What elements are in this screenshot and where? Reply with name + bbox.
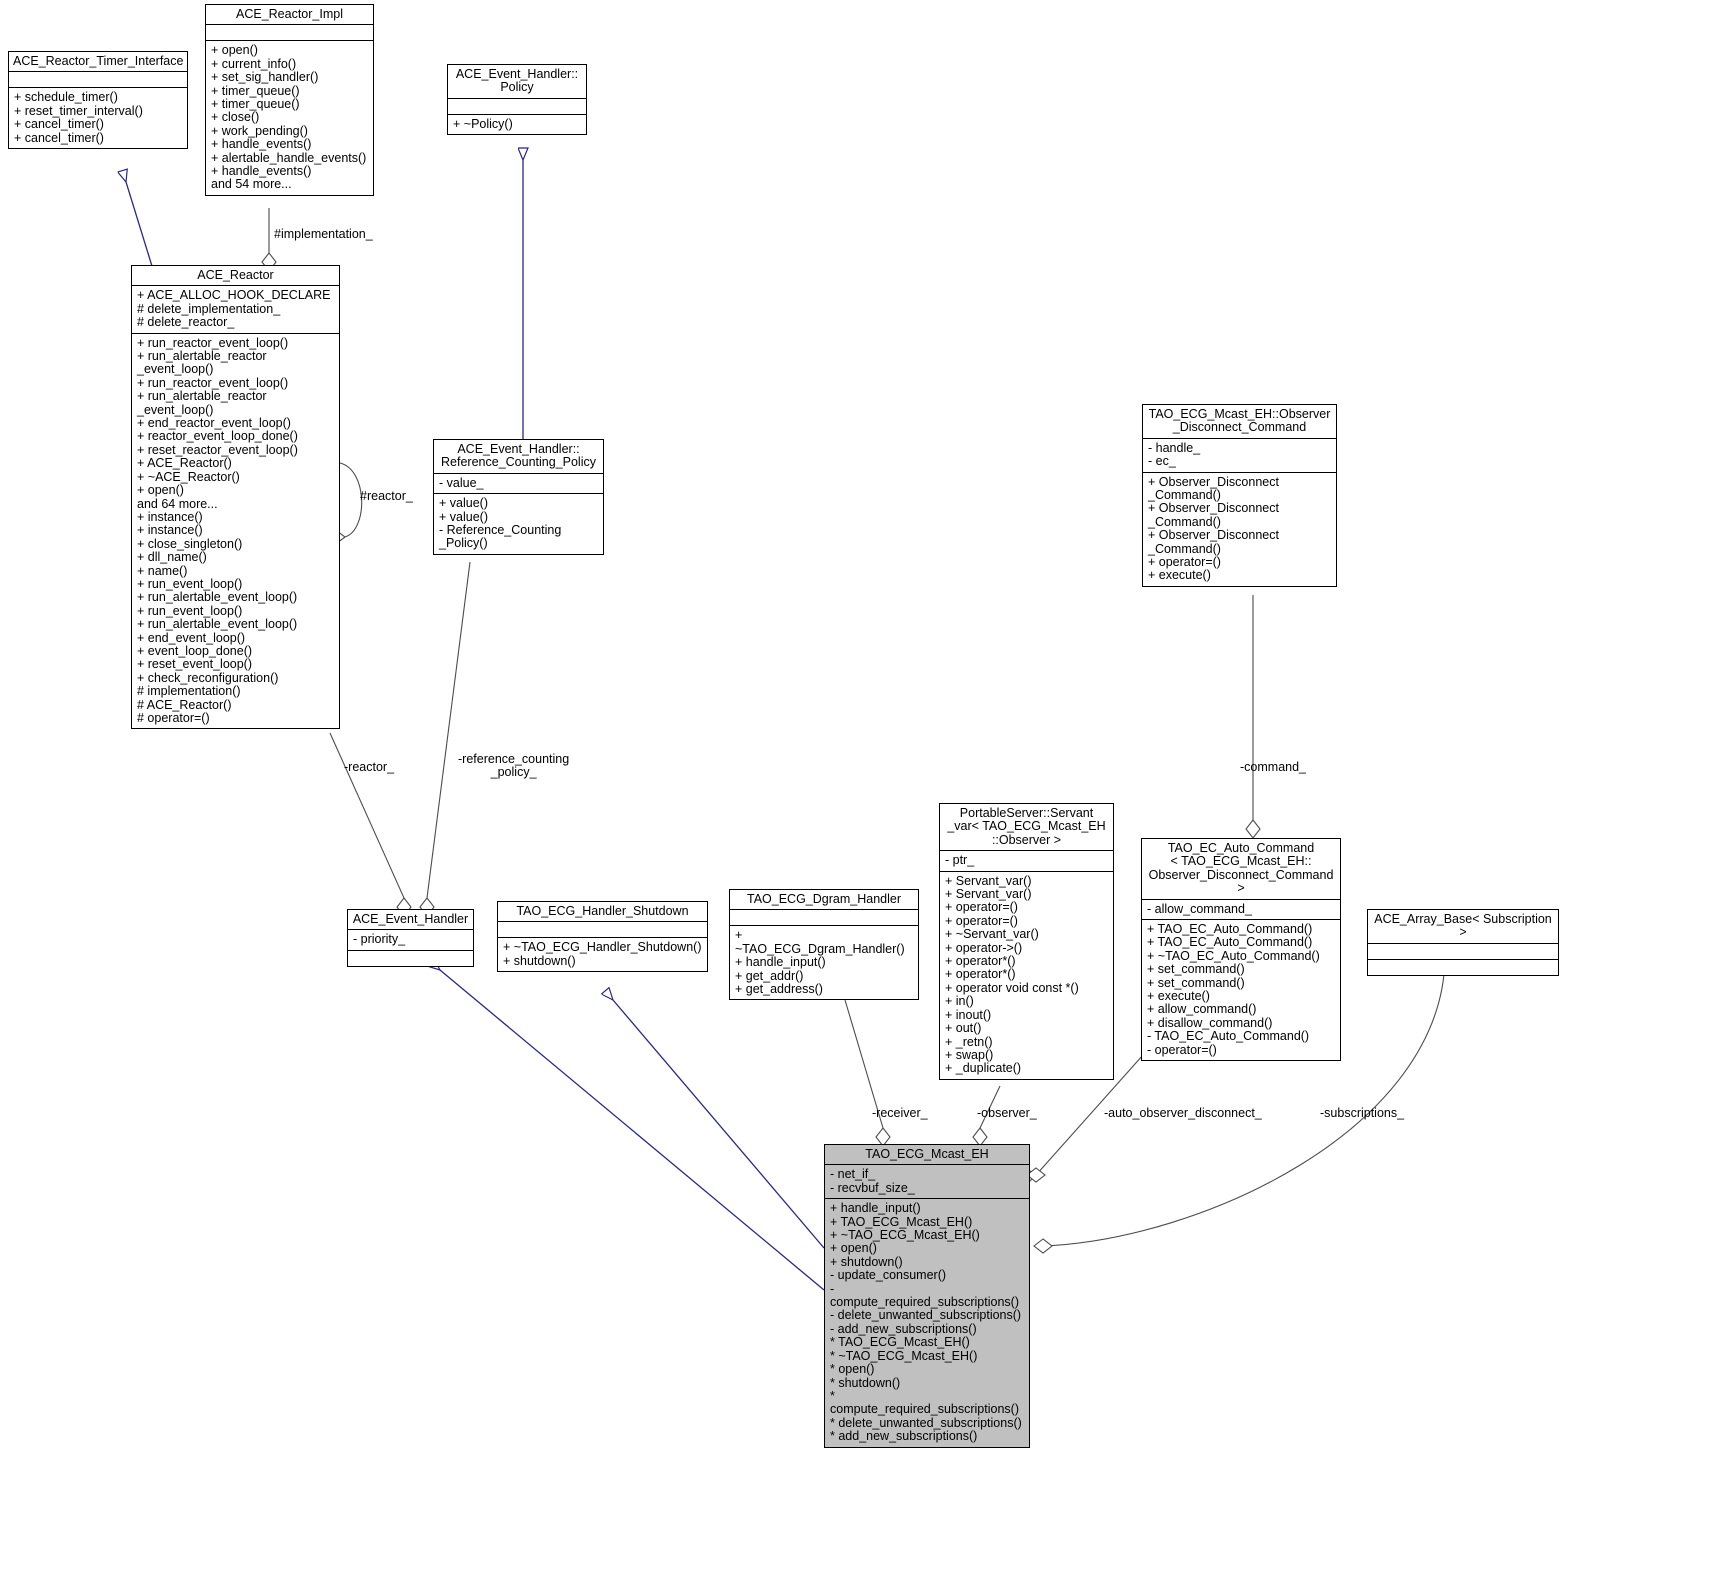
class-methods: + Observer_Disconnect _Command() + Obser…: [1148, 474, 1279, 583]
class-attributes: [448, 99, 586, 114]
edge-mcast-inherits-handler-shutdown: [613, 1000, 825, 1249]
edge-refcounting-to-event-handler: [419, 561, 471, 917]
class-diagram-canvas: ACE_Reactor_Timer_Interface + schedule_t…: [0, 0, 1733, 1581]
class-attributes: [498, 922, 707, 937]
class-attributes: - handle_ - ec_: [1148, 440, 1201, 469]
class-title: ACE_Event_Handler:: Reference_Counting_P…: [441, 442, 596, 470]
edge-label-auto-observer-disconnect: -auto_observer_disconnect_: [1104, 1106, 1262, 1120]
edge-label-observer: -observer_: [977, 1106, 1037, 1120]
class-title: ACE_Event_Handler: [352, 912, 469, 926]
class-ace-array-base-subscription[interactable]: ACE_Array_Base< Subscription >: [1367, 909, 1559, 976]
class-attributes: - allow_command_: [1147, 901, 1252, 916]
class-methods: + open() + current_info() + set_sig_hand…: [211, 43, 367, 192]
class-title: TAO_ECG_Mcast_EH::Observer _Disconnect_C…: [1148, 407, 1331, 435]
class-methods: [348, 951, 473, 966]
class-attributes: [730, 910, 918, 925]
class-methods: + run_reactor_event_loop() + run_alertab…: [137, 335, 298, 725]
edge-label-receiver: -receiver_: [872, 1106, 928, 1120]
class-tao-ecg-mcast-eh[interactable]: TAO_ECG_Mcast_EH - net_if_ - recvbuf_siz…: [824, 1144, 1030, 1448]
class-methods: + Servant_var() + Servant_var() + operat…: [945, 873, 1079, 1076]
class-methods: + ~TAO_ECG_Dgram_Handler() + handle_inpu…: [735, 928, 905, 997]
class-methods: + handle_input() + TAO_ECG_Mcast_EH() + …: [830, 1201, 1022, 1444]
edge-receiver: [844, 999, 891, 1147]
class-title: TAO_ECG_Handler_Shutdown: [516, 904, 689, 918]
class-observer-disconnect-command[interactable]: TAO_ECG_Mcast_EH::Observer _Disconnect_C…: [1142, 404, 1337, 587]
class-attributes: - net_if_ - recvbuf_size_: [830, 1167, 915, 1195]
class-title: TAO_EC_Auto_Command < TAO_ECG_Mcast_EH::…: [1148, 841, 1334, 896]
class-tao-ecg-handler-shutdown[interactable]: TAO_ECG_Handler_Shutdown + ~TAO_ECG_Hand…: [497, 901, 708, 973]
class-ace-event-handler[interactable]: ACE_Event_Handler - priority_: [347, 909, 474, 967]
edge-label-reference-counting-policy: -reference_counting _policy_: [458, 752, 570, 780]
edge-label-implementation: #implementation_: [274, 227, 373, 241]
class-methods: + TAO_EC_Auto_Command() + TAO_EC_Auto_Co…: [1147, 922, 1320, 1057]
class-methods: + schedule_timer() + reset_timer_interva…: [14, 90, 143, 145]
edge-label-reactor-field: #reactor_: [360, 489, 413, 503]
edge-label-reactor-assoc: -reactor_: [344, 760, 395, 774]
class-attributes: [206, 25, 373, 40]
class-portableserver-servant-var[interactable]: PortableServer::Servant _var< TAO_ECG_Mc…: [939, 803, 1114, 1080]
class-ace-event-handler-policy[interactable]: ACE_Event_Handler:: Policy + ~Policy(): [447, 64, 587, 136]
class-title: PortableServer::Servant _var< TAO_ECG_Mc…: [947, 806, 1106, 847]
class-attributes: - value_: [439, 475, 484, 490]
class-tao-ec-auto-command[interactable]: TAO_EC_Auto_Command < TAO_ECG_Mcast_EH::…: [1141, 838, 1341, 1062]
class-title: ACE_Reactor: [197, 268, 274, 282]
class-title: TAO_ECG_Mcast_EH: [865, 1147, 989, 1161]
class-tao-ecg-dgram-handler[interactable]: TAO_ECG_Dgram_Handler + ~TAO_ECG_Dgram_H…: [729, 889, 919, 1001]
class-title: ACE_Array_Base< Subscription >: [1374, 912, 1552, 940]
class-title: ACE_Reactor_Impl: [236, 7, 343, 21]
edge-label-command: -command_: [1240, 760, 1306, 774]
class-ace-reactor-impl[interactable]: ACE_Reactor_Impl + open() + current_info…: [205, 4, 374, 196]
edge-command: [1245, 595, 1261, 839]
class-title: ACE_Reactor_Timer_Interface: [13, 54, 184, 68]
class-attributes: [9, 72, 187, 87]
class-methods: + ~Policy(): [453, 116, 513, 131]
class-methods: + value() + value() - Reference_Counting…: [439, 496, 562, 551]
class-ace-reactor-timer-interface[interactable]: ACE_Reactor_Timer_Interface + schedule_t…: [8, 51, 188, 150]
class-methods: + ~TAO_ECG_Handler_Shutdown() + shutdown…: [503, 940, 702, 968]
class-ace-reactor[interactable]: ACE_Reactor + ACE_ALLOC_HOOK_DECLARE # d…: [131, 265, 340, 730]
class-methods: [1368, 960, 1558, 975]
class-title: ACE_Event_Handler:: Policy: [455, 67, 579, 95]
edge-label-subscriptions: -subscriptions_: [1320, 1106, 1405, 1120]
class-attributes: - ptr_: [945, 853, 975, 868]
class-attributes: + ACE_ALLOC_HOOK_DECLARE # delete_implem…: [137, 288, 331, 330]
edge-mcast-inherits-event-handler: [440, 970, 825, 1291]
class-attributes: - priority_: [353, 932, 406, 947]
class-title: TAO_ECG_Dgram_Handler: [747, 892, 901, 906]
class-attributes: [1368, 944, 1558, 959]
class-reference-counting-policy[interactable]: ACE_Event_Handler:: Reference_Counting_P…: [433, 439, 604, 555]
